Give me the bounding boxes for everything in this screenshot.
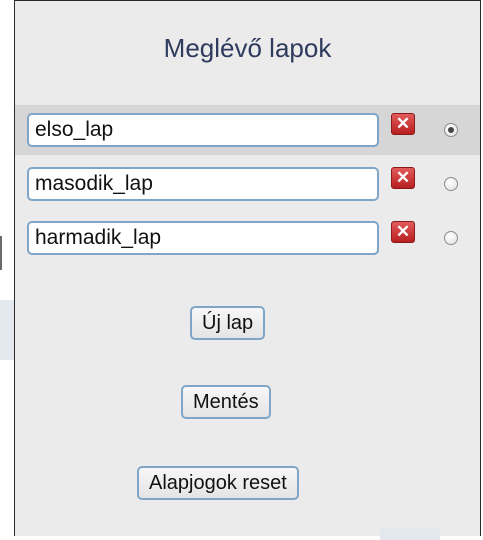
pages-panel: Meglévő lapok ✕ ✕ ✕ Új lap Mentés Alapjo… [14, 0, 481, 536]
page-select-radio[interactable] [444, 231, 458, 245]
page-row: ✕ [15, 105, 480, 155]
close-icon: ✕ [395, 168, 411, 187]
delete-page-button[interactable]: ✕ [391, 113, 415, 135]
page-select-radio[interactable] [444, 123, 458, 137]
close-icon: ✕ [395, 222, 411, 241]
bottom-edge-fade [380, 528, 440, 540]
page-select-radio[interactable] [444, 177, 458, 191]
new-page-button[interactable]: Új lap [190, 306, 266, 340]
page-row: ✕ [15, 159, 480, 209]
left-edge-strip [0, 300, 14, 360]
delete-page-button[interactable]: ✕ [391, 221, 415, 243]
save-button[interactable]: Mentés [181, 385, 271, 419]
panel-title: Meglévő lapok [163, 33, 332, 63]
page-name-input[interactable] [27, 113, 379, 147]
page-name-input[interactable] [27, 221, 379, 255]
delete-page-button[interactable]: ✕ [391, 167, 415, 189]
close-icon: ✕ [395, 114, 411, 133]
page-name-input[interactable] [27, 167, 379, 201]
reset-permissions-button[interactable]: Alapjogok reset [137, 466, 299, 500]
page-row: ✕ [15, 213, 480, 263]
left-edge-glyph [0, 236, 8, 270]
